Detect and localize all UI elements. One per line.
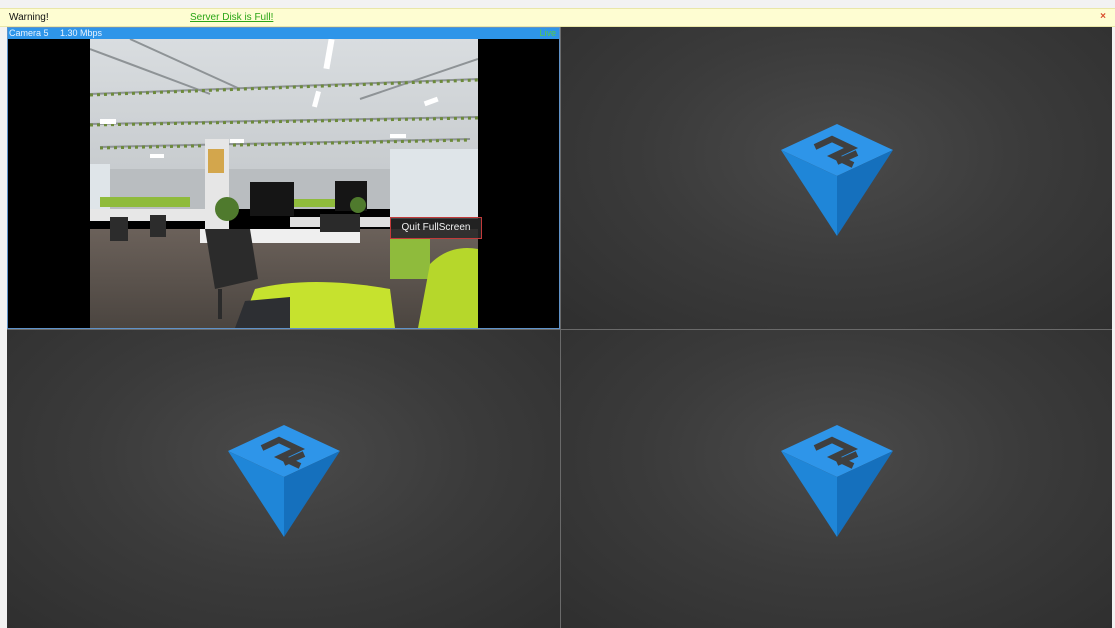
disk-full-link[interactable]: Server Disk is Full!	[190, 12, 273, 23]
warning-bar: Warning! Server Disk is Full! ×	[0, 8, 1115, 27]
camera-bitrate: 1.30 Mbps	[60, 28, 103, 38]
camera-tile[interactable]: Camera 5 1.30 Mbps Live Quit FullScreen	[7, 27, 560, 329]
cube-logo-icon	[227, 425, 340, 537]
quit-fullscreen-button[interactable]: Quit FullScreen	[390, 217, 482, 239]
empty-camera-tile[interactable]	[561, 330, 1112, 628]
cube-logo-icon	[780, 124, 893, 236]
camera-video-feed[interactable]	[90, 39, 478, 328]
video-wall-window: Warning! Server Disk is Full! × Camera 5…	[0, 0, 1115, 628]
warning-label: Warning!	[9, 12, 49, 23]
close-icon[interactable]: ×	[1100, 11, 1106, 22]
video-grid: Camera 5 1.30 Mbps Live Quit FullScreen	[7, 27, 1112, 628]
office-scene-image	[90, 39, 478, 328]
camera-name: Camera 5	[9, 28, 49, 38]
empty-camera-tile[interactable]	[7, 330, 560, 628]
live-badge: Live	[539, 28, 556, 38]
cube-logo-icon	[780, 425, 893, 537]
empty-camera-tile[interactable]	[561, 27, 1112, 329]
camera-header: Camera 5 1.30 Mbps Live	[8, 28, 559, 39]
